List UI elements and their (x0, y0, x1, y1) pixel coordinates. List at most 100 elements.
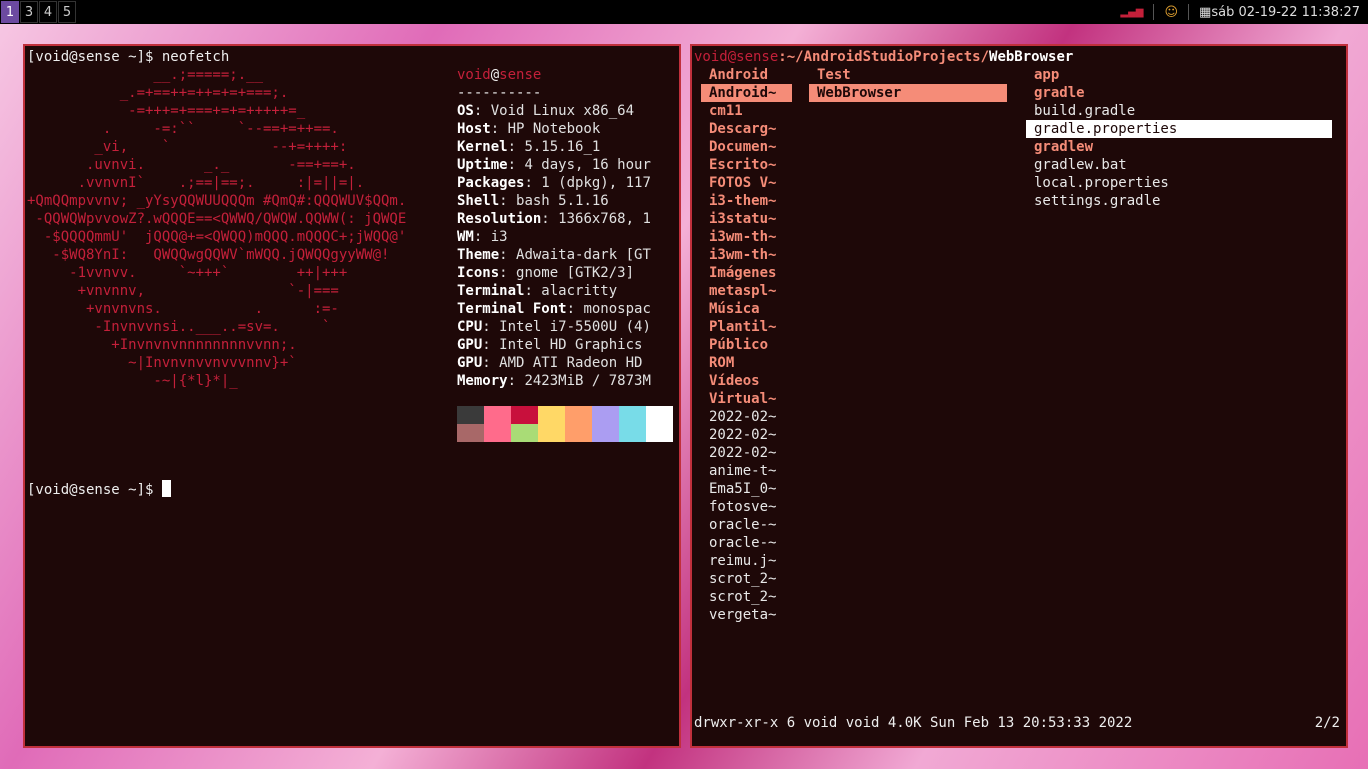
directory-entry[interactable]: i3wm-th~ (701, 246, 792, 264)
directory-entry[interactable]: Música (701, 300, 792, 318)
directory-entry[interactable]: Plantil~ (701, 318, 792, 336)
current-path: void@sense:~/AndroidStudioProjects/WebBr… (694, 49, 1074, 65)
info-key: Uptime (457, 157, 508, 173)
position-indicator: 2/2 (1314, 715, 1340, 731)
logo-line: -1vvnvv. `~+++` ++|+++ (27, 265, 348, 281)
info-key: GPU (457, 337, 483, 353)
logo-line: .vvnvnI` .;==|==;. :|=||=|. (27, 175, 365, 191)
prompt-line[interactable]: [void@sense ~]$ (27, 480, 171, 499)
bar-right: ▂▄▆ ☺ ▦sáb 02-19-22 11:38:27 (1120, 0, 1360, 24)
info-key: Theme (457, 247, 500, 263)
calendar-icon: ▦ (1199, 4, 1212, 20)
file-entry[interactable]: scrot_2~ (701, 570, 792, 588)
file-entry[interactable]: anime-t~ (701, 462, 792, 480)
file-entry[interactable]: oracle-~ (701, 516, 792, 534)
directory-entry[interactable]: cm11 (701, 102, 792, 120)
info-key: Memory (457, 373, 508, 389)
directory-entry[interactable]: Test (809, 66, 1007, 84)
color-swatch (538, 406, 565, 424)
logo-line: ~|Invnvnvvnvvvnnv}+` (27, 355, 297, 371)
file-entry[interactable]: vergeta~ (701, 606, 792, 624)
file-entry[interactable]: reimu.j~ (701, 552, 792, 570)
info-line: Packages: 1 (dpkg), 117 (457, 174, 651, 192)
terminal-neofetch[interactable]: [void@sense ~]$ neofetch __.;=====;.__ _… (23, 44, 681, 748)
file-status: drwxr-xr-x 6 void void 4.0K Sun Feb 13 2… (694, 715, 1133, 731)
file-entry[interactable]: scrot_2~ (701, 588, 792, 606)
info-colon: : (507, 157, 525, 173)
info-key: Shell (457, 193, 500, 209)
color-swatch (619, 406, 646, 424)
file-entry[interactable]: oracle-~ (701, 534, 792, 552)
info-value: Void Linux x86_64 (490, 103, 635, 119)
info-value: bash 5.1.16 (516, 193, 609, 209)
file-entry[interactable]: Ema5I_0~ (701, 480, 792, 498)
file-entry[interactable]: gradle.properties (1026, 120, 1332, 138)
info-key: GPU (457, 355, 483, 371)
directory-entry[interactable]: WebBrowser (809, 84, 1007, 102)
logo-line: _vi, ` --+=++++: (27, 139, 348, 155)
directory-entry[interactable]: Imágenes (701, 264, 792, 282)
file-entry[interactable]: 2022-02~ (701, 408, 792, 426)
directory-entry[interactable]: i3wm-th~ (701, 228, 792, 246)
color-swatch (484, 424, 511, 442)
workspace-button[interactable]: 5 (58, 1, 76, 23)
directory-entry[interactable]: app (1026, 66, 1332, 84)
user-host: void@sense (457, 67, 542, 83)
logo-line: +vnvnnv, `-|=== (27, 283, 339, 299)
info-line: GPU: Intel HD Graphics (457, 336, 642, 354)
info-line: Kernel: 5.15.16_1 (457, 138, 600, 156)
workspace-button[interactable]: 4 (39, 1, 57, 23)
info-line: Host: HP Notebook (457, 120, 600, 138)
info-line: CPU: Intel i7-5500U (4) (457, 318, 651, 336)
logo-line: -=+++=+===+=+=+++++=_ (27, 103, 306, 119)
directory-entry[interactable]: Descarg~ (701, 120, 792, 138)
directory-entry[interactable]: Virtual~ (701, 390, 792, 408)
file-entry[interactable]: gradlew.bat (1026, 156, 1332, 174)
directory-entry[interactable]: Público (701, 336, 792, 354)
file-entry[interactable]: 2022-02~ (701, 444, 792, 462)
directory-entry[interactable]: ROM (701, 354, 792, 372)
workspace-button[interactable]: 3 (20, 1, 38, 23)
file-entry[interactable]: fotosve~ (701, 498, 792, 516)
workspace-list: 1345 (0, 1, 76, 23)
info-key: Resolution (457, 211, 542, 227)
logo-line: +vnvnvns. . :=- (27, 301, 339, 317)
color-swatch (538, 424, 565, 442)
separator (1188, 4, 1190, 20)
logo-line: .uvnvi. _._ -==+==+. (27, 157, 356, 173)
info-line: WM: i3 (457, 228, 508, 246)
info-line: Uptime: 4 days, 16 hour (457, 156, 651, 174)
directory-entry[interactable]: Escrito~ (701, 156, 792, 174)
info-line: OS: Void Linux x86_64 (457, 102, 634, 120)
color-swatch (511, 424, 538, 442)
info-value: Intel HD Graphics (499, 337, 643, 353)
directory-entry[interactable]: gradle (1026, 84, 1332, 102)
user-icon: ☺ (1164, 4, 1179, 20)
info-colon: : (482, 355, 500, 371)
directory-entry[interactable]: FOTOS V~ (701, 174, 792, 192)
directory-entry[interactable]: metaspl~ (701, 282, 792, 300)
directory-entry[interactable]: i3statu~ (701, 210, 792, 228)
terminal-file-manager[interactable]: void@sense:~/AndroidStudioProjects/WebBr… (690, 44, 1348, 748)
workspace-button[interactable]: 1 (1, 1, 19, 23)
file-entry[interactable]: 2022-02~ (701, 426, 792, 444)
info-key: Host (457, 121, 491, 137)
file-entry[interactable]: local.properties (1026, 174, 1332, 192)
info-value: Intel i7-5500U (4) (499, 319, 651, 335)
info-separator: ---------- (457, 85, 542, 101)
logo-line: . -=:`` `--==+=++==. (27, 121, 339, 137)
directory-entry[interactable]: Android~ (701, 84, 792, 102)
logo-line: -~|{*l}*|_ (27, 373, 238, 389)
info-value: i3 (490, 229, 508, 245)
info-key: OS (457, 103, 474, 119)
color-swatch (646, 406, 673, 424)
status-bar: 1345 ▂▄▆ ☺ ▦sáb 02-19-22 11:38:27 (0, 0, 1368, 24)
directory-entry[interactable]: gradlew (1026, 138, 1332, 156)
directory-entry[interactable]: Vídeos (701, 372, 792, 390)
directory-entry[interactable]: i3-them~ (701, 192, 792, 210)
file-entry[interactable]: settings.gradle (1026, 192, 1332, 210)
directory-entry[interactable]: Documen~ (701, 138, 792, 156)
directory-entry[interactable]: Android (701, 66, 792, 84)
file-entry[interactable]: build.gradle (1026, 102, 1332, 120)
info-value: 1 (dpkg), 117 (541, 175, 651, 191)
